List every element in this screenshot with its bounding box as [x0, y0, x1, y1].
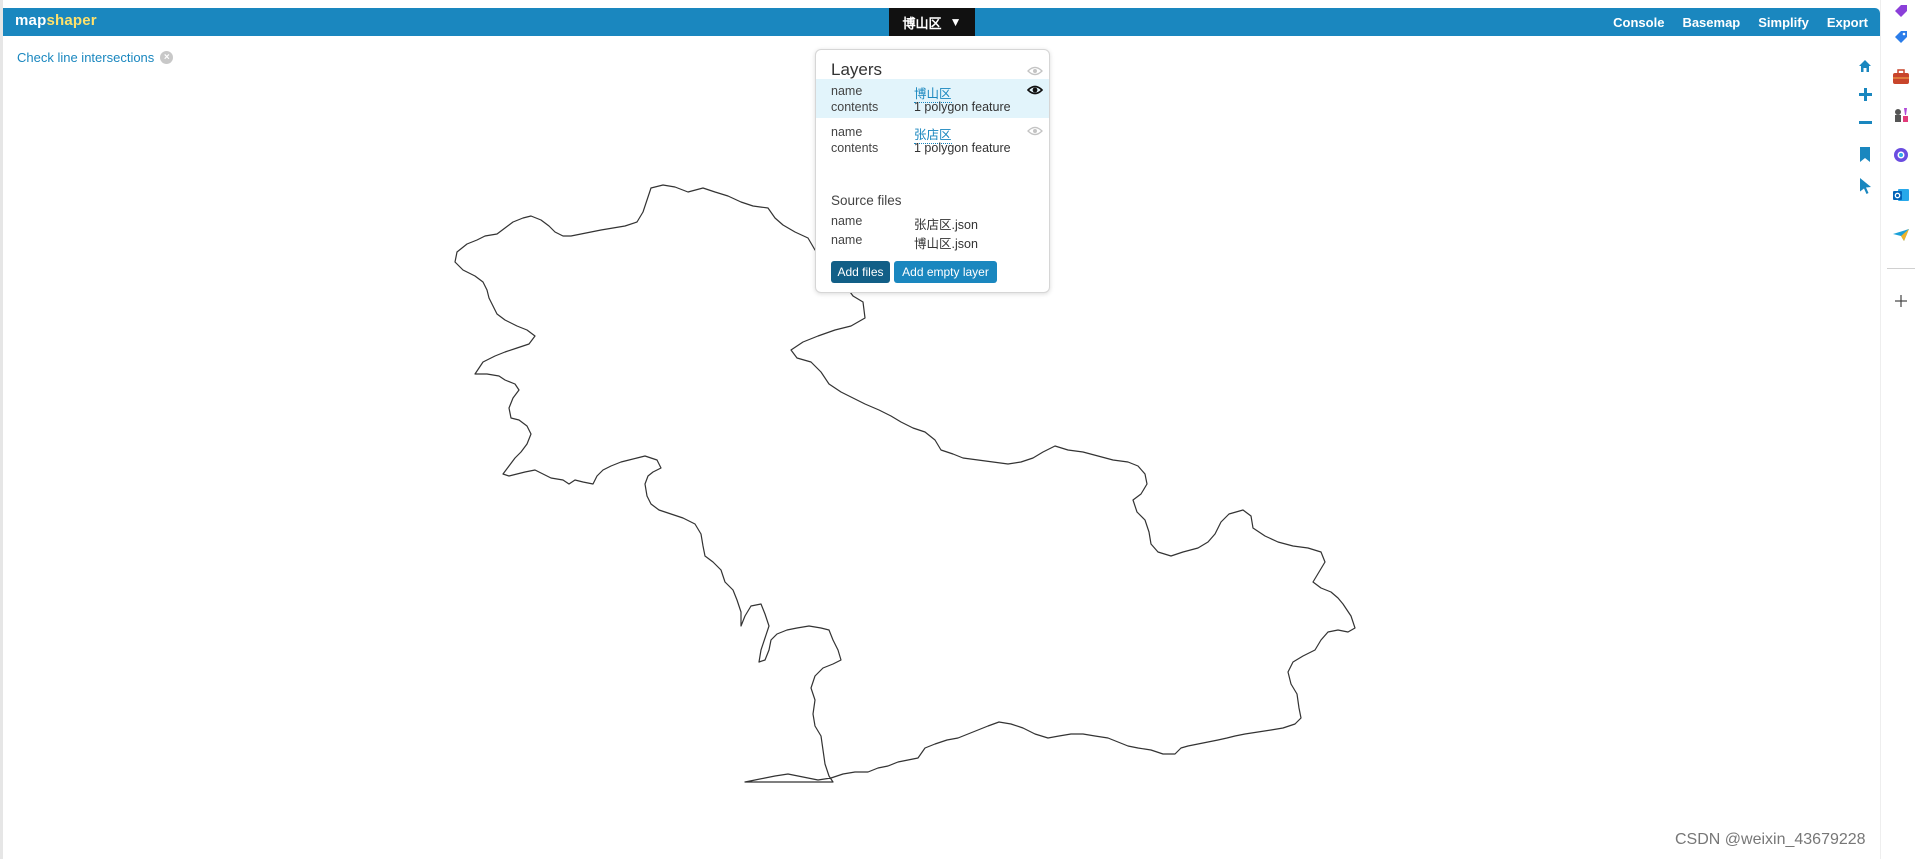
chess-icon[interactable] — [1890, 104, 1912, 126]
mapshaper-app: mapshaper 博山区 ▼ Console Basemap Simplify… — [0, 0, 1880, 859]
layer-selector-button[interactable]: 博山区 ▼ — [889, 8, 975, 36]
source-file-key: name — [831, 233, 863, 247]
export-button[interactable]: Export — [1827, 15, 1868, 30]
source-files-heading: Source files — [831, 193, 902, 208]
simplify-button[interactable]: Simplify — [1758, 15, 1809, 30]
plus-icon[interactable] — [1890, 290, 1912, 312]
layer-contents-value: 1 polygon feature — [914, 141, 1011, 155]
bookmark-icon[interactable] — [1855, 144, 1875, 164]
console-button[interactable]: Console — [1613, 15, 1664, 30]
layer-name-key: name — [831, 125, 863, 139]
source-file-name: 张店区.json — [914, 218, 978, 232]
add-empty-layer-button[interactable]: Add empty layer — [894, 261, 997, 283]
outlook-icon[interactable] — [1890, 184, 1912, 206]
eye-icon[interactable] — [1027, 66, 1043, 76]
top-toolbar: mapshaper 博山区 ▼ Console Basemap Simplify… — [3, 8, 1880, 36]
eye-icon[interactable] — [1027, 85, 1043, 95]
close-icon[interactable]: × — [160, 51, 174, 64]
toolbox-icon[interactable] — [1890, 66, 1912, 88]
basemap-button[interactable]: Basemap — [1682, 15, 1740, 30]
intersections-control: Check line intersections × — [17, 50, 174, 65]
mapshaper-logo[interactable]: mapshaper — [15, 12, 97, 29]
copilot-icon[interactable] — [1890, 144, 1912, 166]
layer-contents-key: contents — [831, 100, 879, 114]
source-file-name: 博山区.json — [914, 237, 978, 251]
browser-extension-sidebar — [1880, 0, 1920, 859]
shopping-tag-icon[interactable] — [1890, 0, 1912, 22]
layer-contents-value: 1 polygon feature — [914, 100, 1011, 114]
layer-row[interactable]: name 博山区 contents 1 polygon feature — [816, 79, 1049, 118]
add-files-button[interactable]: Add files — [831, 261, 890, 283]
zoom-in-icon[interactable] — [1855, 84, 1875, 104]
layer-name-key: name — [831, 84, 863, 98]
check-line-intersections-link[interactable]: Check line intersections — [17, 50, 154, 65]
layers-panel: Layers name 博山区 contents 1 polygon featu… — [815, 49, 1050, 293]
eye-icon[interactable] — [1027, 126, 1043, 136]
top-menu: Console Basemap Simplify Export — [1613, 8, 1868, 36]
send-icon[interactable] — [1890, 224, 1912, 246]
source-file-key: name — [831, 214, 863, 228]
watermark: CSDN @weixin_43679228 — [1675, 831, 1866, 848]
zoom-out-icon[interactable] — [1855, 112, 1875, 132]
layer-row[interactable]: name 张店区 contents 1 polygon feature — [816, 120, 1049, 159]
layers-panel-title: Layers — [831, 60, 883, 79]
dropdown-arrow-icon: ▼ — [949, 15, 962, 29]
current-layer-name: 博山区 — [902, 15, 942, 31]
home-icon[interactable] — [1855, 56, 1875, 76]
sidebar-divider — [1887, 268, 1915, 269]
layer-contents-key: contents — [831, 141, 879, 155]
shopping-tag-icon[interactable] — [1890, 26, 1912, 48]
pointer-icon[interactable] — [1855, 176, 1875, 196]
